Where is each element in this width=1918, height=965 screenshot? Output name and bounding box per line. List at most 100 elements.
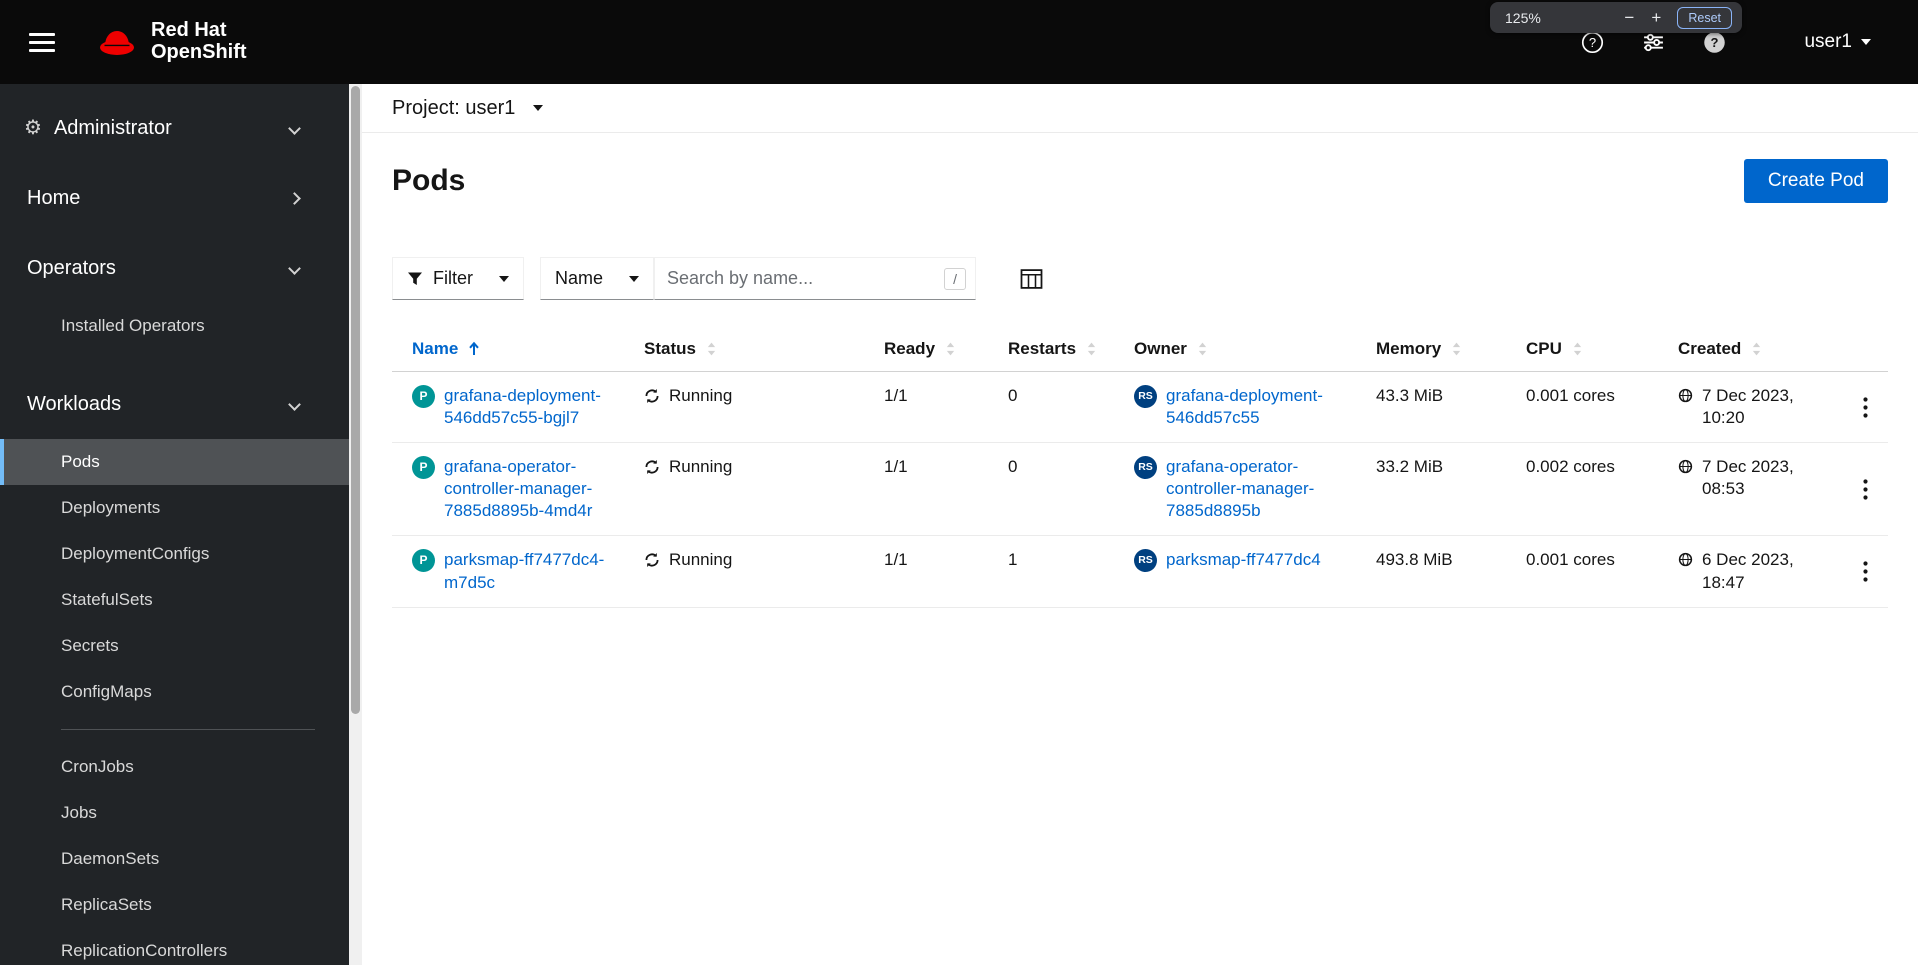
sidebar-item-replicasets[interactable]: ReplicaSets <box>0 882 349 928</box>
sidebar-scrollbar[interactable] <box>349 84 362 965</box>
list-toolbar: Filter Name / <box>362 257 1918 300</box>
search-shortcut-hint: / <box>944 267 966 290</box>
row-kebab-menu-button[interactable] <box>1855 549 1876 593</box>
brand-logo: Red Hat OpenShift <box>95 20 247 63</box>
main-content: Project: user1 Pods Create Pod Filter Na… <box>362 84 1918 965</box>
chevron-right-icon <box>288 191 301 205</box>
replicaset-badge: RS <box>1134 456 1157 480</box>
row-kebab-menu-button[interactable] <box>1855 456 1876 522</box>
cpu-cell: 0.001 cores <box>1526 550 1615 570</box>
column-header-cpu[interactable]: CPU <box>1506 327 1658 371</box>
ready-cell: 1/1 <box>884 457 908 477</box>
column-header-memory[interactable]: Memory <box>1356 327 1506 371</box>
zoom-out-button[interactable]: − <box>1617 6 1641 30</box>
sidebar-item-installed-operators[interactable]: Installed Operators <box>0 303 349 349</box>
sidebar-nav: ⚙ Administrator Home Operators Installed… <box>0 84 349 965</box>
replicaset-badge: RS <box>1134 385 1157 408</box>
name-cell: P parksmap-ff7477dc4-m7d5c <box>392 536 624 606</box>
pod-name-link[interactable]: parksmap-ff7477dc4-m7d5c <box>444 549 614 593</box>
sidebar-item-deploymentconfigs[interactable]: DeploymentConfigs <box>0 531 349 577</box>
owner-link[interactable]: grafana-operator-controller-manager-7885… <box>1166 456 1346 522</box>
restarts-cell: 0 <box>1008 457 1018 477</box>
created-text: 7 Dec 2023, 08:53 <box>1702 457 1794 499</box>
name-cell: P grafana-deployment-546dd57c55-bgjl7 <box>392 372 624 442</box>
sidebar-item-operators[interactable]: Operators <box>0 240 349 296</box>
sidebar-item-replicationcontrollers[interactable]: ReplicationControllers <box>0 928 349 965</box>
sort-icon <box>707 342 716 356</box>
zoom-reset-button[interactable]: Reset <box>1677 6 1732 29</box>
pod-badge: P <box>412 549 435 573</box>
sidebar-item-deployments[interactable]: Deployments <box>0 485 349 531</box>
sidebar-item-secrets[interactable]: Secrets <box>0 623 349 669</box>
create-pod-button[interactable]: Create Pod <box>1743 159 1888 203</box>
sort-icon <box>1087 342 1096 356</box>
info-circle-icon[interactable]: ? <box>1703 31 1726 54</box>
help-icon[interactable]: ? <box>1581 31 1604 54</box>
sidebar-item-statefulsets[interactable]: StatefulSets <box>0 577 349 623</box>
sidebar-item-daemonsets[interactable]: DaemonSets <box>0 836 349 882</box>
svg-text:?: ? <box>1589 35 1596 50</box>
sidebar-item-cronjobs[interactable]: CronJobs <box>0 744 349 790</box>
pods-table: Name Status Ready Restarts Owner Memory … <box>392 327 1888 608</box>
column-header-ready[interactable]: Ready <box>864 327 988 371</box>
scrollbar-thumb[interactable] <box>351 86 360 714</box>
hamburger-icon <box>29 32 55 36</box>
restarts-cell: 0 <box>1008 386 1018 405</box>
created-cell: 7 Dec 2023, 10:20 <box>1658 372 1843 442</box>
pod-name-link[interactable]: grafana-deployment-546dd57c55-bgjl7 <box>444 385 614 429</box>
nav-label: Operators <box>27 256 116 279</box>
user-name: user1 <box>1804 31 1852 52</box>
replicaset-badge: RS <box>1134 549 1157 573</box>
column-header-actions <box>1843 327 1888 371</box>
status-text: Running <box>669 386 733 405</box>
chevron-down-icon <box>288 397 301 411</box>
sidebar-item-workloads[interactable]: Workloads <box>0 376 349 432</box>
attribute-dropdown[interactable]: Name <box>540 257 654 300</box>
pod-name-link[interactable]: grafana-operator-controller-manager-7885… <box>444 456 614 522</box>
column-management-button[interactable] <box>1016 265 1047 293</box>
zoom-level: 125% <box>1505 9 1541 26</box>
operators-sub-list: Installed Operators <box>0 303 349 349</box>
pod-badge: P <box>412 456 435 480</box>
sidebar-item-pods[interactable]: Pods <box>0 439 349 485</box>
owner-link[interactable]: parksmap-ff7477dc4 <box>1166 549 1321 571</box>
filter-dropdown[interactable]: Filter <box>392 257 524 300</box>
sort-icon <box>1453 342 1461 356</box>
table-row: P grafana-deployment-546dd57c55-bgjl7 Ru… <box>392 372 1888 444</box>
svg-text:?: ? <box>1711 35 1719 50</box>
browser-zoom-popup: 125% − + Reset <box>1490 2 1742 33</box>
owner-link[interactable]: grafana-deployment-546dd57c55 <box>1166 385 1346 429</box>
column-header-status[interactable]: Status <box>624 327 864 371</box>
status-cell: Running <box>624 443 864 535</box>
column-header-owner[interactable]: Owner <box>1114 327 1356 371</box>
column-header-restarts[interactable]: Restarts <box>988 327 1114 371</box>
table-header-row: Name Status Ready Restarts Owner Memory … <box>392 327 1888 372</box>
column-header-name[interactable]: Name <box>392 327 624 371</box>
memory-cell: 43.3 MiB <box>1376 386 1444 405</box>
project-bar: Project: user1 <box>362 84 1918 133</box>
memory-cell: 493.8 MiB <box>1376 550 1453 570</box>
sidebar-item-jobs[interactable]: Jobs <box>0 790 349 836</box>
row-kebab-menu-button[interactable] <box>1855 385 1876 429</box>
caret-down-icon <box>533 105 544 111</box>
zoom-in-button[interactable]: + <box>1644 6 1668 30</box>
sidebar-item-configmaps[interactable]: ConfigMaps <box>0 669 349 715</box>
name-cell: P grafana-operator-controller-manager-78… <box>392 443 624 535</box>
globe-icon <box>1678 460 1693 474</box>
preferences-sliders-icon[interactable] <box>1642 31 1665 54</box>
kebab-icon <box>1863 396 1868 418</box>
sort-icon <box>1198 342 1207 356</box>
perspective-switcher[interactable]: ⚙ Administrator <box>0 100 349 156</box>
kebab-icon <box>1863 479 1868 500</box>
column-header-created[interactable]: Created <box>1658 327 1843 371</box>
page-header: Pods Create Pod <box>362 133 1918 203</box>
project-selector[interactable]: Project: user1 <box>392 97 544 120</box>
created-text: 6 Dec 2023, 18:47 <box>1702 550 1794 592</box>
caret-down-icon <box>1861 39 1871 45</box>
user-menu[interactable]: user1 <box>1804 31 1871 53</box>
actions-cell <box>1843 443 1888 535</box>
nav-toggle-button[interactable] <box>27 27 57 58</box>
search-input[interactable] <box>655 258 975 299</box>
sidebar-item-home[interactable]: Home <box>0 170 349 226</box>
status-text: Running <box>669 550 733 570</box>
